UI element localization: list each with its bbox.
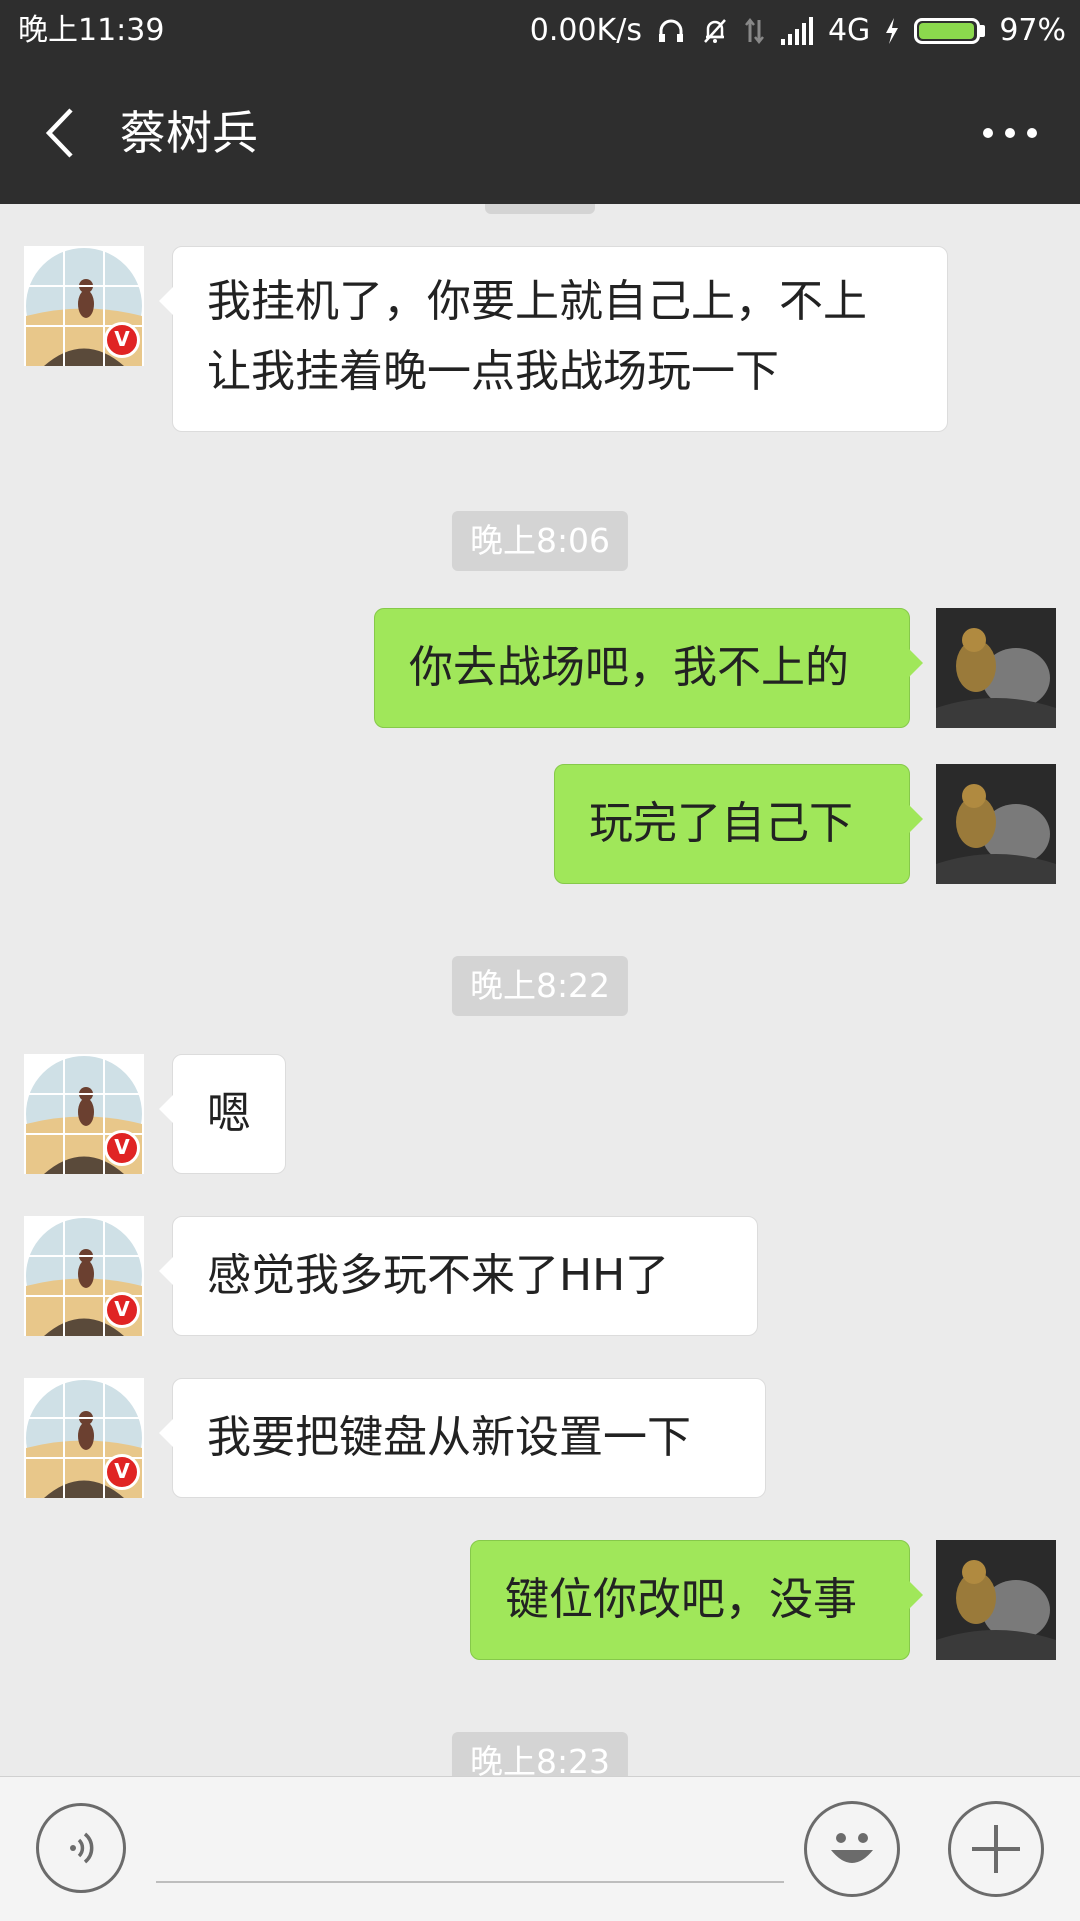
verified-badge: V (104, 322, 140, 358)
network-type: 4G (827, 13, 871, 48)
emoji-icon (831, 1833, 873, 1863)
message-text: 你去战场吧，我不上的 (409, 642, 849, 693)
contact-avatar[interactable]: V (24, 1378, 144, 1498)
battery-fill (919, 23, 974, 39)
mute-bell-icon (700, 16, 730, 46)
avatar-image (936, 764, 1056, 884)
timestamp: 晚上8:23 (451, 1732, 629, 1776)
message-text: 我要把键盘从新设置一下 (207, 1412, 691, 1463)
my-avatar[interactable] (936, 608, 1056, 728)
verified-badge: V (104, 1292, 140, 1328)
voice-icon (70, 1832, 94, 1864)
page-title: 蔡树兵 (120, 106, 258, 160)
timestamp-partial (485, 204, 595, 214)
headphone-icon (656, 16, 686, 46)
message-bubble-sent[interactable]: 你去战场吧，我不上的 (374, 608, 923, 728)
plus-icon (972, 1825, 1020, 1873)
avatar-image (936, 1540, 1056, 1660)
chat-message-list[interactable]: V 我挂机了，你要上就自己上，不上 让我挂着晚一点我战场玩一下 晚上8:06 你… (0, 204, 1080, 1776)
voice-button[interactable] (36, 1803, 126, 1893)
message-bubble-received[interactable]: 我挂机了，你要上就自己上，不上 让我挂着晚一点我战场玩一下 (159, 246, 948, 432)
more-button[interactable] (970, 98, 1050, 168)
message-bubble-received[interactable]: 我要把键盘从新设置一下 (159, 1378, 766, 1498)
message-bubble-received[interactable]: 嗯 (159, 1054, 286, 1174)
plus-button[interactable] (948, 1801, 1044, 1897)
message-text: 键位你改吧，没事 (505, 1574, 857, 1625)
contact-avatar[interactable]: V (24, 1216, 144, 1336)
emoji-button[interactable] (804, 1801, 900, 1897)
message-bubble-sent[interactable]: 玩完了自己下 (554, 764, 923, 884)
contact-avatar[interactable]: V (24, 246, 144, 366)
timestamp: 晚上8:22 (451, 956, 629, 1016)
verified-badge: V (104, 1454, 140, 1490)
status-icons: 0.00K/s 4G 97% (530, 0, 1066, 62)
battery-icon (914, 18, 986, 44)
battery-percent: 97% (999, 13, 1066, 48)
input-bar (0, 1776, 1080, 1921)
my-avatar[interactable] (936, 1540, 1056, 1660)
message-text: 玩完了自己下 (589, 798, 853, 849)
more-horizontal-icon (983, 128, 1037, 138)
signal-icon (780, 17, 814, 45)
verified-badge: V (104, 1130, 140, 1166)
data-arrows-icon (744, 16, 766, 46)
message-bubble-received[interactable]: 感觉我多玩不来了HH了 (159, 1216, 758, 1336)
charging-icon (884, 16, 900, 46)
timestamp: 晚上8:06 (451, 511, 629, 571)
chat-header: 蔡树兵 (0, 62, 1080, 204)
status-bar: 晚上11:39 0.00K/s 4G 97% (0, 0, 1080, 62)
back-button[interactable] (30, 98, 90, 168)
status-time: 晚上11:39 (18, 13, 165, 48)
message-text-line: 让我挂着晚一点我战场玩一下 (207, 346, 779, 397)
message-text: 嗯 (207, 1088, 251, 1139)
message-text-line: 我挂机了，你要上就自己上，不上 (207, 276, 867, 327)
my-avatar[interactable] (936, 764, 1056, 884)
message-text: 感觉我多玩不来了HH了 (207, 1250, 670, 1301)
message-bubble-sent[interactable]: 键位你改吧，没事 (470, 1540, 923, 1660)
chevron-left-icon (45, 108, 73, 158)
message-input[interactable] (156, 1817, 784, 1883)
avatar-image (936, 608, 1056, 728)
network-speed: 0.00K/s (529, 13, 642, 48)
contact-avatar[interactable]: V (24, 1054, 144, 1174)
